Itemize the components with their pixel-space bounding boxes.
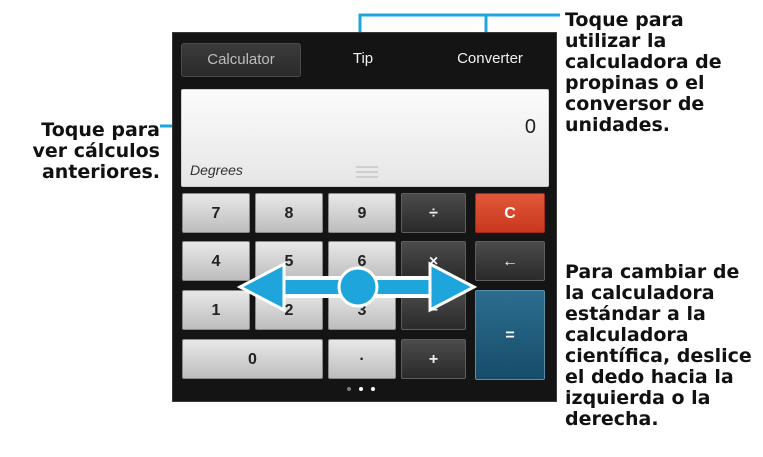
swipe-arrow-overlay [236, 261, 478, 313]
swipe-arrow-icon [236, 261, 478, 313]
